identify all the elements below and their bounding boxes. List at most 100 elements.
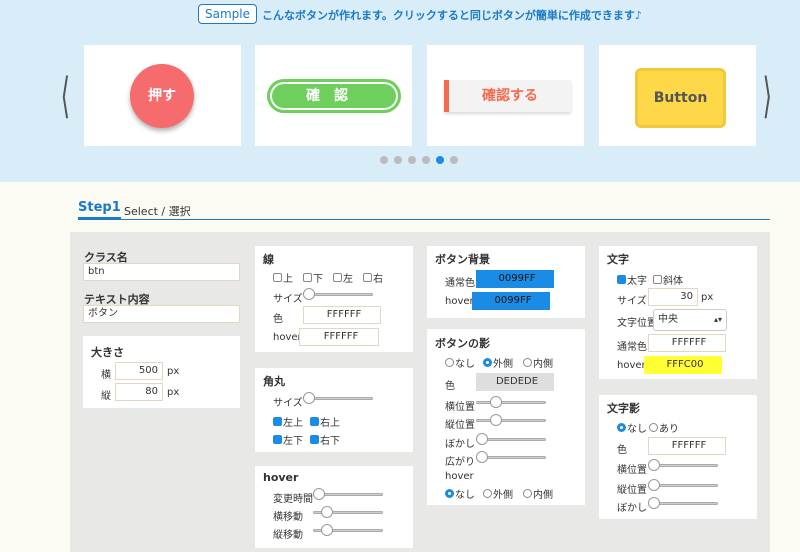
font-size-unit: px <box>701 292 714 303</box>
carousel-dot[interactable] <box>422 156 430 164</box>
border-hover-input[interactable]: FFFFFF <box>299 328 379 346</box>
border-right-checkbox[interactable]: 右 <box>363 270 383 285</box>
carousel-card-4[interactable]: Button <box>599 45 756 146</box>
width-input[interactable]: 500 <box>115 362 163 380</box>
border-color-input[interactable]: FFFFFF <box>303 306 381 324</box>
hover-y-move-label: 縦移動 <box>273 530 303 541</box>
background-hover-input[interactable]: 0099FF <box>472 292 550 310</box>
border-size-slider[interactable] <box>303 288 373 300</box>
sample-area: Sample こんなボタンが作れます。クリックすると同じボタンが簡単に作成できま… <box>0 0 800 182</box>
text-title: 文字 <box>607 253 629 266</box>
settings-panel: クラス名 btn テキスト内容 ボタン 大きさ 横 500 px 縦 80 px… <box>70 232 770 552</box>
text-shadow-y-label: 縦位置 <box>617 485 647 496</box>
class-name-input[interactable]: btn <box>83 263 240 281</box>
corner-top-right-checkbox[interactable]: 右上 <box>310 414 340 429</box>
corner-bottom-right-checkbox[interactable]: 右下 <box>310 432 340 447</box>
carousel-card-3[interactable]: 確認する <box>427 45 584 146</box>
shadow-y-label: 縦位置 <box>445 420 475 431</box>
text-shadow-none-radio[interactable]: なし <box>617 420 647 435</box>
carousel-dot[interactable] <box>450 156 458 164</box>
carousel-card-2[interactable]: 確認 <box>255 45 412 146</box>
step-header: Step1 Select / 選択 <box>78 200 770 220</box>
text-shadow-on-radio[interactable]: あり <box>649 420 679 435</box>
shadow-outer-radio[interactable]: 外側 <box>483 355 513 370</box>
text-normal-color-input[interactable]: FFFFFF <box>648 334 726 352</box>
shadow-blur-label: ぼかし <box>445 439 475 450</box>
corner-top-left-checkbox[interactable]: 左上 <box>273 414 303 429</box>
corner-bottom-left-checkbox[interactable]: 左下 <box>273 432 303 447</box>
sample-description: こんなボタンが作れます。クリックすると同じボタンが簡単に作成できます♪ <box>262 9 642 22</box>
font-size-label: サイズ <box>617 296 647 307</box>
border-top-checkbox[interactable]: 上 <box>273 270 293 285</box>
corner-title: 角丸 <box>263 375 285 388</box>
carousel-card-1[interactable]: 押す <box>84 45 241 146</box>
text-shadow-x-label: 横位置 <box>617 465 647 476</box>
carousel-dot[interactable] <box>408 156 416 164</box>
height-unit: px <box>167 387 180 398</box>
carousel-dot[interactable] <box>380 156 388 164</box>
background-title: ボタン背景 <box>435 253 490 266</box>
shadow-title: ボタンの影 <box>435 337 490 350</box>
border-box: 線 上 下 左 右 サイズ 色 FFFFFF hover FFFFFF <box>255 246 413 352</box>
size-box: 大きさ 横 500 px 縦 80 px <box>83 336 240 408</box>
carousel-dots <box>380 156 458 164</box>
text-box: 文字 太字 斜体 サイズ 30 px 文字位置 中央 ▴▾ 通常色 FFFFFF … <box>599 246 757 379</box>
size-title: 大きさ <box>91 346 124 359</box>
hover-x-move-slider[interactable] <box>313 506 383 518</box>
hover-duration-slider[interactable] <box>313 488 383 500</box>
hover-title: hover <box>263 471 299 484</box>
text-shadow-color-input[interactable]: FFFFFF <box>648 437 726 455</box>
sample-button-round[interactable]: 押す <box>130 64 194 128</box>
border-bottom-checkbox[interactable]: 下 <box>303 270 323 285</box>
height-input[interactable]: 80 <box>115 383 163 401</box>
carousel-next-arrow[interactable]: ⟩ <box>763 72 772 120</box>
height-label: 縦 <box>101 391 111 402</box>
corner-size-label: サイズ <box>273 398 303 409</box>
shadow-hover-outer-radio[interactable]: 外側 <box>483 486 513 501</box>
border-color-label: 色 <box>273 314 283 325</box>
shadow-hover-label: hover <box>445 471 474 482</box>
sample-button-pill[interactable]: 確認 <box>267 79 401 113</box>
bold-checkbox[interactable]: 太字 <box>617 272 647 287</box>
background-normal-input[interactable]: 0099FF <box>476 270 554 288</box>
hover-duration-label: 変更時間 <box>273 494 313 505</box>
italic-checkbox[interactable]: 斜体 <box>653 272 683 287</box>
shadow-inner-radio[interactable]: 内側 <box>523 355 553 370</box>
shadow-y-slider[interactable] <box>476 414 546 426</box>
shadow-color-label: 色 <box>445 381 455 392</box>
shadow-color-input[interactable]: DEDEDE <box>476 373 554 391</box>
text-normal-color-label: 通常色 <box>617 342 647 353</box>
carousel-dot-active[interactable] <box>436 156 444 164</box>
hover-box: hover 変更時間 横移動 縦移動 <box>255 466 413 548</box>
corner-size-slider[interactable] <box>303 392 373 404</box>
shadow-x-slider[interactable] <box>476 396 546 408</box>
text-hover-color-label: hover <box>617 360 646 371</box>
shadow-blur-slider[interactable] <box>476 433 546 445</box>
carousel-prev-arrow[interactable]: ⟨ <box>61 72 70 120</box>
width-label: 横 <box>101 370 111 381</box>
shadow-hover-inner-radio[interactable]: 内側 <box>523 486 553 501</box>
background-hover-label: hover <box>445 296 474 307</box>
text-shadow-title: 文字影 <box>607 402 640 415</box>
sample-button-yellow[interactable]: Button <box>635 68 726 128</box>
background-normal-label: 通常色 <box>445 278 475 289</box>
select-arrow-icon: ▴▾ <box>713 315 722 324</box>
text-shadow-y-slider[interactable] <box>648 479 718 491</box>
shadow-hover-none-radio[interactable]: なし <box>445 486 475 501</box>
text-shadow-blur-slider[interactable] <box>648 497 718 509</box>
border-title: 線 <box>263 253 274 266</box>
text-hover-color-input[interactable]: FFFC00 <box>644 356 722 374</box>
border-size-label: サイズ <box>273 294 303 305</box>
border-left-checkbox[interactable]: 左 <box>333 270 353 285</box>
shadow-spread-slider[interactable] <box>476 451 546 463</box>
text-content-input[interactable]: ボタン <box>83 305 240 323</box>
text-shadow-box: 文字影 なし あり 色 FFFFFF 横位置 縦位置 ぼかし <box>599 395 757 519</box>
text-align-select[interactable]: 中央 ▴▾ <box>653 309 727 331</box>
sample-button-flat[interactable]: 確認する <box>444 80 571 112</box>
hover-x-move-label: 横移動 <box>273 512 303 523</box>
carousel-dot[interactable] <box>394 156 402 164</box>
hover-y-move-slider[interactable] <box>313 524 383 536</box>
shadow-none-radio[interactable]: なし <box>445 355 475 370</box>
text-shadow-x-slider[interactable] <box>648 459 718 471</box>
font-size-input[interactable]: 30 <box>648 288 698 306</box>
